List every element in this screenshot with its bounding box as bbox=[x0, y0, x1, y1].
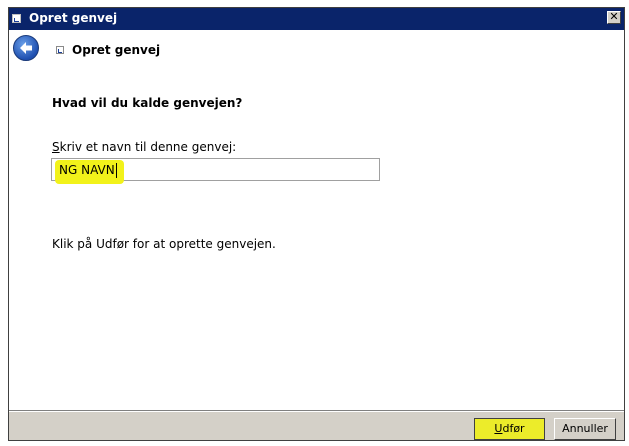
shortcut-wizard-window: Opret genvej ✕ Opret genvej Hvad vil du … bbox=[8, 7, 625, 441]
text-caret bbox=[116, 163, 117, 178]
finish-button[interactable]: Udfør bbox=[474, 418, 545, 440]
label-text: kriv et navn til denne genvej: bbox=[59, 140, 237, 154]
finish-label: Udfør bbox=[494, 422, 524, 435]
input-value: NG NAVN bbox=[59, 163, 115, 177]
close-button[interactable]: ✕ bbox=[607, 11, 621, 24]
cancel-button[interactable]: Annuller bbox=[554, 418, 616, 440]
back-arrow-icon bbox=[20, 42, 32, 54]
question-heading: Hvad vil du kalde genvejen? bbox=[52, 96, 243, 110]
close-icon: ✕ bbox=[609, 10, 619, 23]
instruction-text: Klik på Udfør for at oprette genvejen. bbox=[52, 237, 276, 251]
wizard-content: Opret genvej Hvad vil du kalde genvejen?… bbox=[9, 30, 624, 410]
access-key: S bbox=[52, 140, 60, 154]
back-button[interactable] bbox=[13, 35, 39, 61]
shortcut-icon bbox=[56, 46, 64, 54]
title-bar[interactable]: Opret genvej ✕ bbox=[9, 8, 624, 30]
shortcut-name-input[interactable]: NG NAVN bbox=[51, 158, 380, 184]
window-title: Opret genvej bbox=[29, 11, 118, 25]
name-field-label: Skriv et navn til denne genvej: bbox=[52, 140, 236, 154]
footer-divider bbox=[9, 410, 624, 412]
shortcut-icon bbox=[12, 14, 21, 23]
page-title: Opret genvej bbox=[72, 43, 161, 57]
finish-label-rest: dfør bbox=[502, 422, 525, 435]
wizard-header: Opret genvej bbox=[9, 30, 624, 67]
